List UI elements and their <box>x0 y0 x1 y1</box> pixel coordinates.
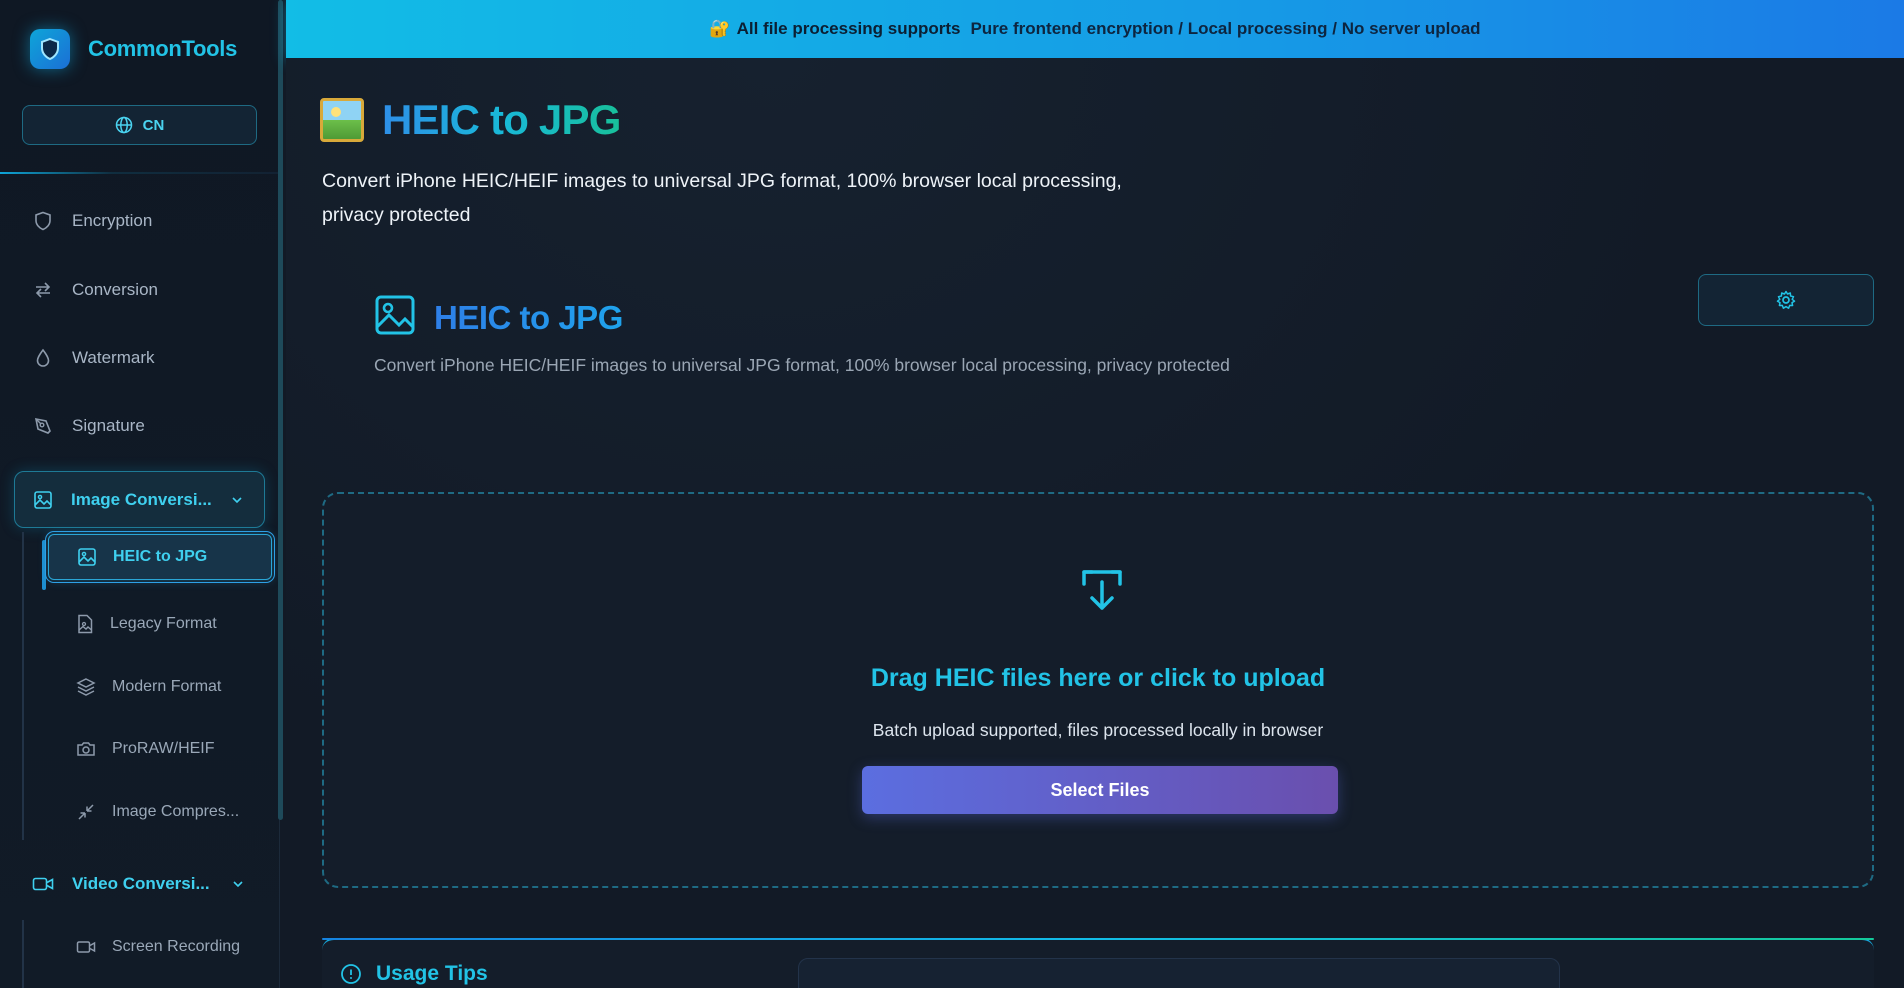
sidebar-item-conversion[interactable]: Conversion <box>22 268 262 312</box>
main-content: HEIC to JPG Convert iPhone HEIC/HEIF ima… <box>286 58 1904 988</box>
camera-icon <box>76 740 96 758</box>
sidebar-item-label: Signature <box>72 416 145 435</box>
lock-key-icon: 🔐 <box>709 19 731 38</box>
video-icon <box>76 940 96 954</box>
submenu-guide-line <box>22 920 24 988</box>
minimize-icon <box>76 802 96 822</box>
page-title: HEIC to JPG <box>320 96 621 144</box>
sidebar-subitem-label: HEIC to JPG <box>113 548 208 565</box>
sidebar-subitem-label: Image Compres... <box>112 803 240 820</box>
language-button[interactable]: CN <box>22 105 257 145</box>
gear-icon <box>1776 290 1796 309</box>
chevron-down-icon <box>231 876 245 896</box>
privacy-banner: 🔐 All file processing supports Pure fron… <box>286 0 1904 58</box>
sidebar-subitem-image-compression[interactable]: Image Compres... <box>48 789 272 835</box>
arrows-swap-icon <box>32 279 54 301</box>
sidebar-divider <box>0 172 280 174</box>
active-indicator <box>42 540 46 590</box>
shield-icon <box>32 210 54 232</box>
image-icon <box>77 547 97 567</box>
sidebar-group-image-conversion[interactable]: Image Conversi... <box>14 471 265 528</box>
chevron-down-icon <box>230 492 244 512</box>
sidebar-group-label: Video Conversi... <box>72 874 210 893</box>
sidebar: CommonTools CN Encryption Conversion Wat… <box>0 0 280 988</box>
usage-tips-title-text: Usage Tips <box>376 962 488 985</box>
image-icon <box>374 294 416 341</box>
layers-icon <box>76 677 96 697</box>
dropzone-title: Drag HEIC files here or click to upload <box>870 664 1326 692</box>
sidebar-item-label: Conversion <box>72 280 158 299</box>
usage-tips-tabs[interactable] <box>798 958 1560 988</box>
shield-logo-icon <box>30 29 70 69</box>
tool-card-description: Convert iPhone HEIC/HEIF images to unive… <box>374 355 1230 375</box>
droplet-icon <box>32 347 54 369</box>
banner-bold-text: All file processing supports <box>736 19 961 38</box>
tool-card-title: HEIC to JPG <box>374 294 623 341</box>
globe-icon <box>115 116 132 134</box>
sidebar-group-label: Image Conversi... <box>71 489 212 509</box>
page-title-text: HEIC to JPG <box>382 96 621 143</box>
sidebar-item-watermark[interactable]: Watermark <box>22 336 262 380</box>
dropzone-subtitle: Batch upload supported, files processed … <box>872 720 1324 740</box>
upload-dropzone[interactable]: Drag HEIC files here or click to upload … <box>322 492 1874 888</box>
sidebar-subitem-legacy-format[interactable]: Legacy Format <box>48 601 272 647</box>
pen-tool-icon <box>32 415 54 437</box>
sidebar-item-encryption[interactable]: Encryption <box>22 199 262 243</box>
file-image-icon <box>76 614 94 634</box>
sidebar-subitem-label: ProRAW/HEIF <box>112 740 215 757</box>
framed-picture-icon <box>320 98 364 142</box>
sidebar-group-video-conversion[interactable]: Video Conversi... <box>14 862 265 906</box>
tool-card-title-text: HEIC to JPG <box>434 298 623 336</box>
sidebar-subitem-modern-format[interactable]: Modern Format <box>48 664 272 710</box>
submenu-guide-line <box>22 532 24 840</box>
sidebar-subitem-label: Screen Recording <box>112 938 241 955</box>
usage-tips-title: Usage Tips <box>340 962 488 986</box>
sidebar-item-label: Encryption <box>72 211 153 230</box>
brand[interactable]: CommonTools <box>30 29 237 69</box>
sidebar-subitem-label: Modern Format <box>112 678 222 695</box>
banner-text: Pure frontend encryption / Local process… <box>970 19 1481 38</box>
video-icon <box>32 876 54 892</box>
sidebar-item-signature[interactable]: Signature <box>22 404 262 448</box>
sidebar-subitem-screen-recording[interactable]: Screen Recording <box>48 924 272 970</box>
sidebar-subitem-heic-to-jpg[interactable]: HEIC to JPG <box>45 531 275 583</box>
language-label: CN <box>142 116 165 134</box>
select-files-button[interactable]: Select Files <box>862 766 1338 814</box>
page-description: Convert iPhone HEIC/HEIF images to unive… <box>322 170 1122 226</box>
settings-button[interactable] <box>1698 274 1874 326</box>
brand-name: CommonTools <box>88 36 238 61</box>
sidebar-item-label: Watermark <box>72 348 155 367</box>
sidebar-subitem-proraw-heif[interactable]: ProRAW/HEIF <box>48 726 272 772</box>
info-icon <box>340 963 362 985</box>
sidebar-subitem-label: Legacy Format <box>110 615 217 632</box>
download-tray-icon <box>1078 564 1126 619</box>
usage-tips-card: Usage Tips <box>322 938 1874 988</box>
sidebar-scrollbar[interactable] <box>278 0 283 820</box>
image-icon <box>33 490 53 510</box>
